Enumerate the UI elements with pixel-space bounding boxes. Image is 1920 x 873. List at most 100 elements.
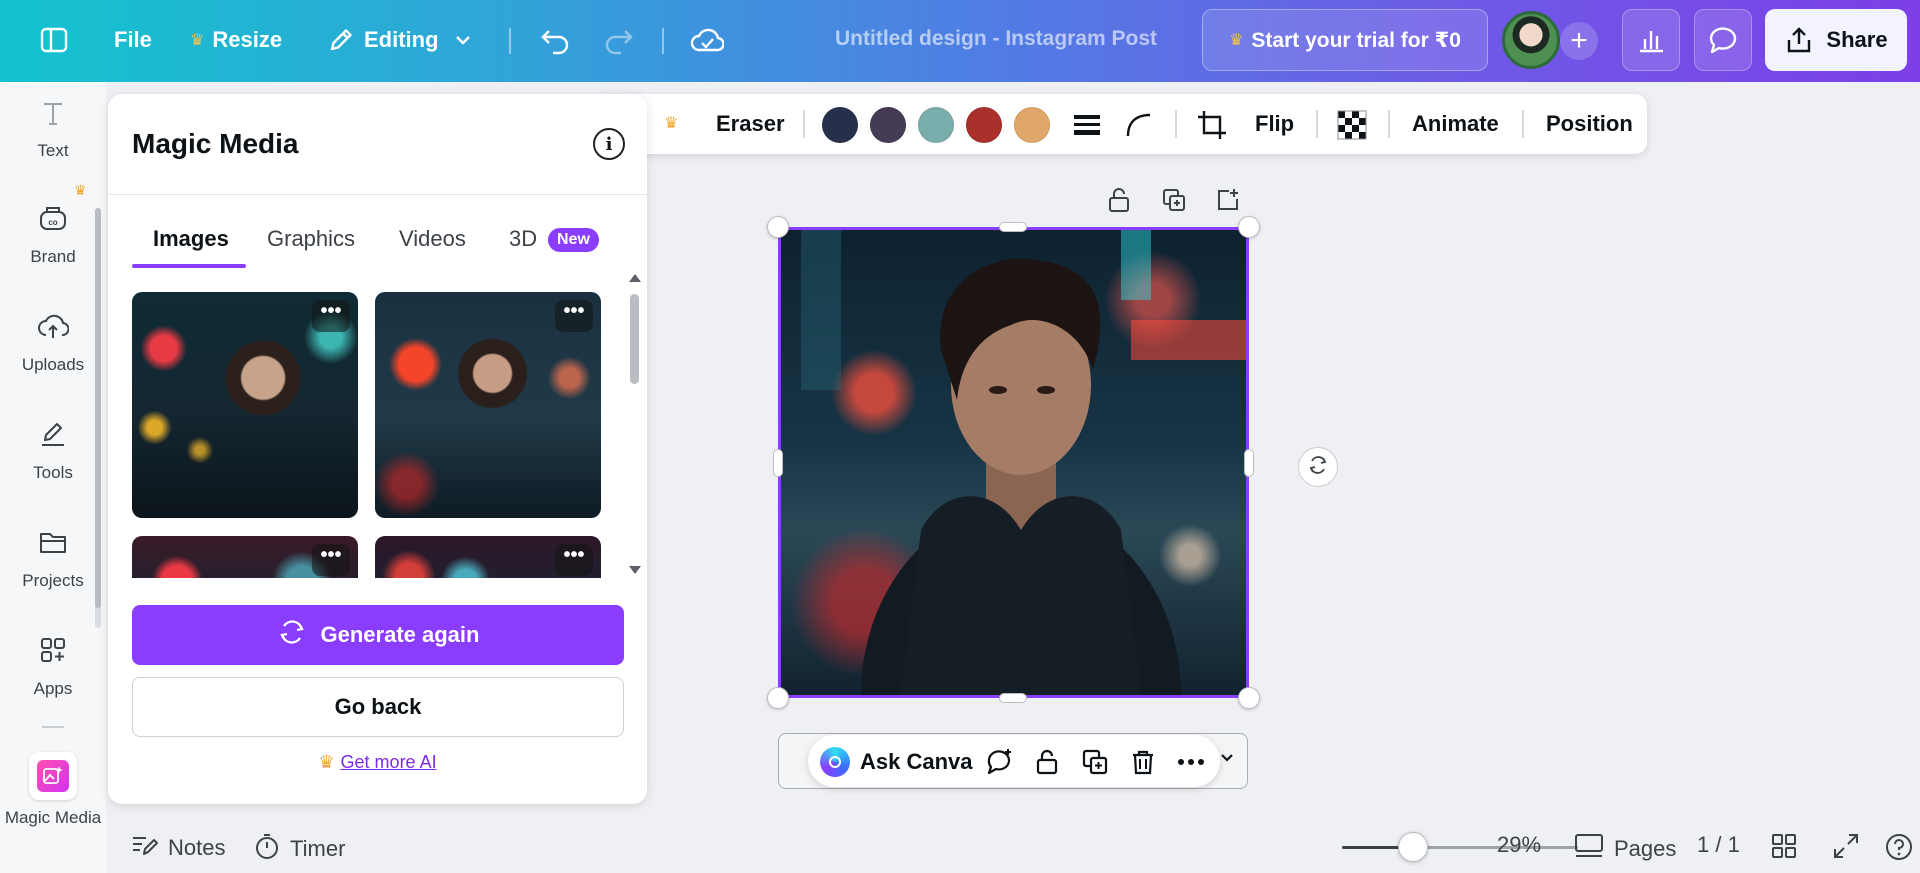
- apps-grid-icon: [37, 634, 69, 671]
- add-page-icon[interactable]: [1214, 186, 1242, 214]
- add-comment-icon[interactable]: [984, 747, 1014, 777]
- rail-item-magic-media[interactable]: Magic Media: [0, 752, 106, 828]
- flip-button[interactable]: Flip: [1255, 111, 1294, 137]
- more-options-icon[interactable]: •••: [312, 544, 350, 576]
- selection-frame: [778, 227, 1249, 698]
- avatar[interactable]: [1502, 11, 1560, 69]
- more-options-icon[interactable]: •••: [555, 300, 593, 332]
- share-button[interactable]: Share: [1765, 9, 1907, 71]
- ask-canva-button[interactable]: Ask Canva: [860, 749, 973, 775]
- help-icon[interactable]: [1884, 832, 1914, 862]
- zoom-slider-knob[interactable]: [1398, 832, 1428, 862]
- refresh-icon: [277, 617, 307, 653]
- position-button[interactable]: Position: [1546, 111, 1633, 137]
- color-swatch[interactable]: [966, 107, 1002, 143]
- rail-item-brand[interactable]: co Brand: [0, 202, 106, 267]
- more-options-icon[interactable]: [1176, 747, 1206, 777]
- rail-item-apps[interactable]: Apps: [0, 634, 106, 699]
- lock-icon[interactable]: [1105, 186, 1133, 214]
- zoom-level[interactable]: 29%: [1497, 832, 1541, 858]
- resize-handle[interactable]: [767, 216, 789, 238]
- chevron-down-icon: [453, 30, 473, 50]
- scroll-down-arrow-icon[interactable]: [629, 566, 641, 574]
- info-icon[interactable]: i: [593, 128, 625, 160]
- duplicate-icon[interactable]: [1080, 747, 1110, 777]
- generated-image-thumbnail[interactable]: •••: [375, 536, 601, 578]
- file-menu[interactable]: File: [114, 27, 152, 53]
- more-options-icon[interactable]: •••: [555, 544, 593, 576]
- grid-view-icon[interactable]: [1770, 832, 1798, 860]
- resize-handle[interactable]: [999, 693, 1027, 703]
- resize-handle[interactable]: [1238, 216, 1260, 238]
- results-scrollbar[interactable]: [630, 294, 639, 384]
- add-collaborator-button[interactable]: +: [1560, 22, 1598, 60]
- generate-again-button[interactable]: Generate again: [132, 605, 624, 665]
- tab-graphics[interactable]: Graphics: [267, 226, 355, 252]
- fullscreen-icon[interactable]: [1832, 832, 1860, 860]
- duplicate-icon[interactable]: [1160, 186, 1188, 214]
- corner-rounding-icon[interactable]: [1124, 110, 1154, 145]
- rail-item-label: Tools: [33, 463, 73, 482]
- rail-item-tools[interactable]: Tools: [0, 418, 106, 483]
- color-swatch[interactable]: [870, 107, 906, 143]
- toolbar-divider: [662, 28, 664, 54]
- border-style-icon[interactable]: [1072, 110, 1102, 145]
- tab-3d[interactable]: 3D: [509, 226, 537, 252]
- get-more-ai-link[interactable]: Get more AI: [341, 752, 437, 772]
- start-trial-button[interactable]: ♛ Start your trial for ₹0: [1202, 9, 1488, 71]
- rotate-icon: [1307, 454, 1329, 481]
- crop-icon[interactable]: [1196, 109, 1228, 146]
- document-title[interactable]: Untitled design - Instagram Post: [835, 27, 1157, 51]
- eraser-button[interactable]: Eraser: [716, 111, 785, 137]
- generated-image-thumbnail[interactable]: •••: [375, 292, 601, 518]
- cloud-saved-icon[interactable]: [690, 24, 724, 56]
- ask-canva-icon[interactable]: [820, 747, 850, 777]
- zoom-value: 29%: [1497, 832, 1542, 857]
- transparency-icon[interactable]: [1336, 109, 1368, 146]
- bar-chart-icon: [1636, 25, 1666, 55]
- resize-handle[interactable]: [999, 222, 1027, 232]
- notes-button[interactable]: Notes: [130, 832, 225, 864]
- share-label: Share: [1826, 27, 1888, 52]
- tab-images[interactable]: Images: [153, 226, 229, 252]
- file-label: File: [114, 27, 152, 52]
- insights-button[interactable]: [1622, 9, 1680, 71]
- bottom-bar: Notes Timer 29% Pages 1 / 1: [106, 820, 1920, 873]
- lock-icon[interactable]: [1032, 747, 1062, 777]
- generated-image-thumbnail[interactable]: •••: [132, 536, 358, 578]
- comments-button[interactable]: [1694, 9, 1752, 71]
- resize-handle[interactable]: [767, 687, 789, 709]
- trash-icon[interactable]: [1128, 747, 1158, 777]
- pages-icon: [1574, 832, 1604, 866]
- folder-icon: [37, 526, 69, 563]
- color-swatch[interactable]: [822, 107, 858, 143]
- editing-mode-dropdown[interactable]: Editing: [326, 25, 473, 55]
- rail-item-projects[interactable]: Projects: [0, 526, 106, 591]
- sidebar-toggle-icon[interactable]: [40, 26, 68, 54]
- rail-item-uploads[interactable]: Uploads: [0, 310, 106, 375]
- resize-handle[interactable]: [1244, 449, 1254, 477]
- panel-divider: [108, 194, 647, 195]
- rail-divider: [42, 726, 64, 728]
- scroll-up-arrow-icon[interactable]: [629, 274, 641, 282]
- pages-button[interactable]: Pages: [1574, 832, 1676, 866]
- animate-button[interactable]: Animate: [1412, 111, 1499, 137]
- go-back-button[interactable]: Go back: [132, 677, 624, 737]
- rail-item-text[interactable]: Text: [0, 98, 106, 161]
- timer-button[interactable]: Timer: [254, 832, 345, 866]
- redo-icon[interactable]: [603, 25, 635, 55]
- resize-button[interactable]: ♛ Resize: [190, 27, 282, 53]
- generated-image-thumbnail[interactable]: •••: [132, 292, 358, 518]
- color-swatch[interactable]: [918, 107, 954, 143]
- resize-handle[interactable]: [773, 449, 783, 477]
- toolbar-divider: [1316, 110, 1318, 138]
- undo-icon[interactable]: [539, 25, 571, 55]
- comment-icon: [1707, 25, 1739, 55]
- chevron-down-icon[interactable]: [1218, 748, 1236, 771]
- tab-videos[interactable]: Videos: [399, 226, 466, 252]
- resize-handle[interactable]: [1238, 687, 1260, 709]
- rail-scrollbar[interactable]: [95, 208, 101, 608]
- more-options-icon[interactable]: •••: [312, 300, 350, 332]
- color-swatch[interactable]: [1014, 107, 1050, 143]
- rotate-button[interactable]: [1298, 447, 1338, 487]
